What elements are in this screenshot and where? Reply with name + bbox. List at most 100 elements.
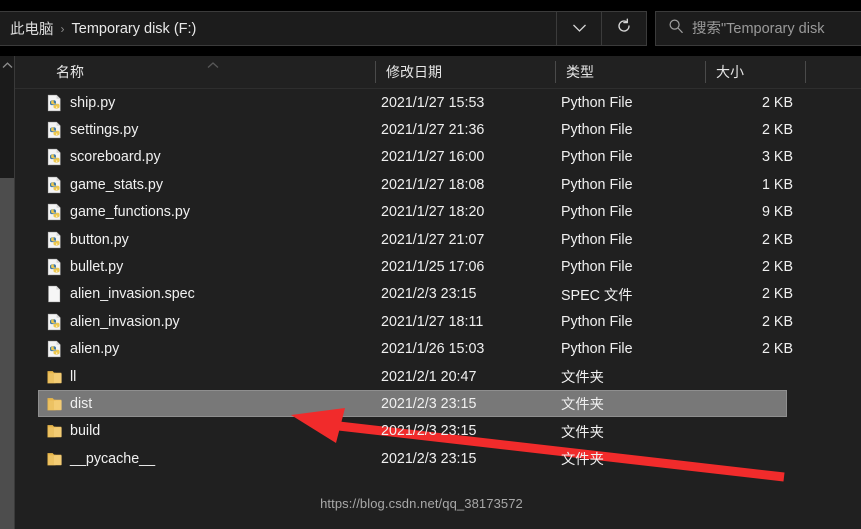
table-row[interactable]: ship.py 2021/1/27 15:53 Python File 2 KB: [15, 89, 861, 116]
cell-date-modified: 2021/1/27 18:11: [381, 313, 484, 330]
title-bar: 此电脑 › Temporary disk (F:): [0, 0, 861, 56]
table-row[interactable]: button.py 2021/1/27 21:07 Python File 2 KB: [15, 226, 861, 253]
file-name-label: ship.py: [70, 94, 116, 111]
column-header-date[interactable]: 修改日期: [376, 56, 555, 88]
search-input[interactable]: [692, 20, 861, 37]
file-name-label: game_functions.py: [70, 204, 191, 221]
folder-icon: [47, 398, 62, 411]
table-row[interactable]: dist 2021/2/3 23:15 文件夹: [15, 390, 861, 418]
column-header-size-label: 大小: [716, 64, 744, 80]
file-name-label: scoreboard.py: [70, 149, 161, 166]
file-name-label: game_stats.py: [70, 176, 163, 193]
table-row[interactable]: settings.py 2021/1/27 21:36 Python File 2 K…: [15, 116, 861, 143]
table-row[interactable]: __pycache__ 2021/2/3 23:15 文件夹: [15, 445, 861, 472]
cell-date-modified: 2021/1/27 21:07: [381, 231, 485, 248]
cell-type: Python File: [561, 231, 633, 248]
cell-name[interactable]: ll: [46, 368, 76, 386]
folder-icon: [47, 425, 62, 438]
column-header-size[interactable]: 大小: [706, 56, 805, 88]
file-name-label: ll: [70, 368, 77, 385]
table-row[interactable]: alien.py 2021/1/26 15:03 Python File 2 KB: [15, 336, 861, 363]
folder-icon: [47, 370, 62, 383]
breadcrumb-item-this-pc[interactable]: 此电脑: [6, 18, 58, 39]
cell-name[interactable]: game_stats.py: [46, 176, 163, 194]
cell-type: Python File: [561, 176, 633, 193]
cell-size: 2 KB: [762, 94, 793, 111]
python-file-icon: [47, 313, 61, 330]
column-header-row: 名称 修改日期 类型 大小: [15, 56, 861, 89]
file-rows: ship.py 2021/1/27 15:53 Python File 2 KB set…: [15, 89, 861, 472]
cell-name[interactable]: ship.py: [46, 94, 115, 112]
refresh-button[interactable]: [601, 12, 646, 45]
cell-name[interactable]: scoreboard.py: [46, 148, 161, 166]
chevron-up-icon: [2, 56, 13, 74]
file-name-label: button.py: [70, 231, 129, 248]
cell-type: Python File: [561, 149, 633, 166]
table-row[interactable]: game_stats.py 2021/1/27 18:08 Python File 1…: [15, 171, 861, 198]
cell-date-modified: 2021/1/27 16:00: [381, 149, 485, 166]
cell-name[interactable]: dist: [46, 395, 92, 413]
folder-icon: [47, 452, 62, 465]
cell-type: Python File: [561, 341, 633, 358]
cell-date-modified: 2021/1/27 15:53: [381, 94, 485, 111]
cell-name[interactable]: bullet.py: [46, 258, 123, 276]
table-row[interactable]: ll 2021/2/1 20:47 文件夹: [15, 363, 861, 390]
cell-name[interactable]: button.py: [46, 231, 129, 249]
file-list-view: 名称 修改日期 类型 大小 ship.py 2021/1/27 15:53 Pyth…: [14, 56, 861, 529]
address-history-dropdown[interactable]: [556, 12, 601, 45]
cell-name[interactable]: game_functions.py: [46, 203, 190, 221]
cell-name[interactable]: __pycache__: [46, 450, 155, 468]
table-row[interactable]: scoreboard.py 2021/1/27 16:00 Python File 3…: [15, 144, 861, 171]
file-name-label: dist: [70, 395, 93, 412]
search-box[interactable]: [655, 11, 861, 46]
column-divider-4[interactable]: [805, 61, 806, 83]
python-file-icon: [47, 258, 61, 276]
generic-file-icon: [48, 286, 61, 303]
cell-date-modified: 2021/2/1 20:47: [381, 368, 477, 385]
table-row[interactable]: build 2021/2/3 23:15 文件夹: [15, 418, 861, 445]
file-name-label: alien.py: [70, 341, 120, 358]
column-header-name-label: 名称: [56, 64, 84, 80]
python-file-icon: [47, 94, 61, 111]
python-file-icon: [47, 176, 61, 193]
cell-date-modified: 2021/2/3 23:15: [381, 450, 477, 467]
refresh-icon: [616, 18, 632, 39]
breadcrumb[interactable]: 此电脑 › Temporary disk (F:): [0, 12, 556, 45]
search-icon: [668, 18, 684, 39]
cell-size: 9 KB: [762, 204, 793, 221]
cell-size: 2 KB: [762, 286, 793, 303]
cell-size: 2 KB: [762, 341, 793, 358]
scrollbar-up-button[interactable]: [0, 56, 14, 73]
cell-name[interactable]: alien_invasion.spec: [46, 285, 195, 303]
python-file-icon: [47, 341, 61, 358]
cell-type: Python File: [561, 204, 633, 221]
cell-name[interactable]: settings.py: [46, 121, 138, 139]
cell-name[interactable]: alien.py: [46, 340, 119, 358]
cell-type: 文件夹: [561, 370, 604, 387]
table-row[interactable]: alien_invasion.py 2021/1/27 18:11 Python F…: [15, 308, 861, 335]
column-header-type[interactable]: 类型: [556, 56, 705, 88]
cell-date-modified: 2021/1/26 15:03: [381, 341, 485, 358]
file-name-label: alien_invasion.py: [70, 313, 180, 330]
table-row[interactable]: bullet.py 2021/1/25 17:06 Python File 2 KB: [15, 253, 861, 280]
python-file-icon: [47, 231, 61, 248]
cell-type: SPEC 文件: [561, 287, 633, 304]
cell-size: 1 KB: [762, 176, 793, 193]
breadcrumb-item-current[interactable]: Temporary disk (F:): [68, 21, 201, 37]
watermark: https://blog.csdn.net/qq_38173572: [320, 496, 523, 511]
cell-name[interactable]: alien_invasion.py: [46, 313, 180, 331]
address-bar[interactable]: 此电脑 › Temporary disk (F:): [0, 11, 647, 46]
cell-type: Python File: [561, 94, 633, 111]
table-row[interactable]: alien_invasion.spec 2021/2/3 23:15 SPEC 文件…: [15, 281, 861, 308]
cell-type: Python File: [561, 259, 633, 276]
table-row[interactable]: game_functions.py 2021/1/27 18:20 Python F…: [15, 199, 861, 226]
cell-name[interactable]: build: [46, 422, 100, 440]
vertical-scrollbar[interactable]: [0, 56, 14, 529]
scrollbar-thumb[interactable]: [0, 178, 14, 529]
cell-date-modified: 2021/1/27 21:36: [381, 122, 485, 139]
column-header-date-label: 修改日期: [386, 64, 442, 80]
cell-size: 2 KB: [762, 122, 793, 139]
cell-type: 文件夹: [561, 397, 604, 414]
cell-date-modified: 2021/2/3 23:15: [381, 286, 477, 303]
cell-size: 2 KB: [762, 259, 793, 276]
